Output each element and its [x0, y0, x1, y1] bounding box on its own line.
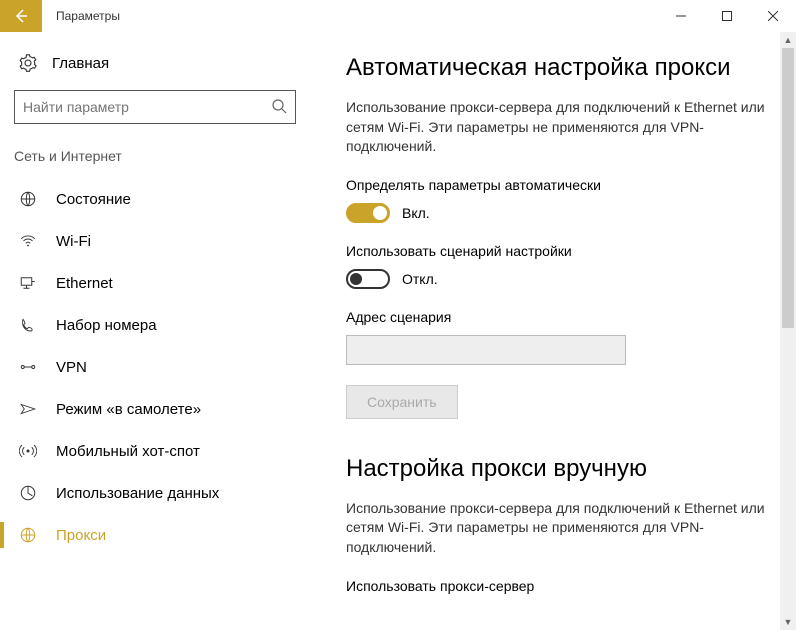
nav-item-dialup[interactable]: Набор номера [0, 304, 310, 346]
nav-label: Набор номера [38, 317, 157, 334]
detect-auto-label: Определять параметры автоматически [346, 177, 768, 193]
minimize-button[interactable] [658, 0, 704, 32]
proxy-icon [18, 526, 38, 544]
nav-label: Режим «в самолете» [38, 401, 201, 418]
script-address-label: Адрес сценария [346, 309, 768, 325]
scroll-up-arrow[interactable]: ▲ [780, 32, 796, 48]
nav-label: Использование данных [38, 485, 219, 502]
search-input-container[interactable] [14, 90, 296, 124]
nav-item-wifi[interactable]: Wi-Fi [0, 220, 310, 262]
nav-item-vpn[interactable]: VPN [0, 346, 310, 388]
home-button[interactable]: Главная [0, 44, 310, 82]
nav-item-airplane[interactable]: Режим «в самолете» [0, 388, 310, 430]
script-address-input[interactable] [346, 335, 626, 365]
manual-proxy-heading: Настройка прокси вручную [346, 455, 768, 483]
window-title: Параметры [42, 9, 658, 23]
nav-label: Ethernet [38, 275, 113, 292]
save-button[interactable]: Сохранить [346, 385, 458, 419]
scrollbar-thumb[interactable] [782, 48, 794, 328]
scrollbar[interactable]: ▲ ▼ [780, 32, 796, 630]
gear-icon [18, 54, 38, 72]
auto-proxy-description: Использование прокси-сервера для подключ… [346, 98, 768, 157]
nav-label: Мобильный хот-спот [38, 443, 200, 460]
hotspot-icon [18, 442, 38, 460]
back-button[interactable] [0, 0, 42, 32]
nav-label: VPN [38, 359, 87, 376]
ethernet-icon [18, 274, 38, 292]
wifi-icon [18, 232, 38, 250]
use-script-label: Использовать сценарий настройки [346, 243, 768, 259]
toggle-state-on: Вкл. [402, 205, 430, 221]
use-proxy-label: Использовать прокси-сервер [346, 578, 768, 594]
nav-label: Wi-Fi [38, 233, 91, 250]
scroll-down-arrow[interactable]: ▼ [780, 614, 796, 630]
main-panel: Автоматическая настройка прокси Использо… [310, 32, 796, 630]
toggle-state-off: Откл. [402, 271, 438, 287]
auto-proxy-heading: Автоматическая настройка прокси [346, 54, 768, 82]
airplane-icon [18, 400, 38, 418]
nav-item-proxy[interactable]: Прокси [0, 514, 310, 556]
manual-proxy-description: Использование прокси-сервера для подключ… [346, 499, 768, 558]
status-icon [18, 190, 38, 208]
close-button[interactable] [750, 0, 796, 32]
dialup-icon [18, 316, 38, 334]
window-controls [658, 0, 796, 32]
vpn-icon [18, 358, 38, 376]
nav-item-hotspot[interactable]: Мобильный хот-спот [0, 430, 310, 472]
detect-auto-toggle[interactable] [346, 203, 390, 223]
nav-item-ethernet[interactable]: Ethernet [0, 262, 310, 304]
home-label: Главная [38, 55, 109, 72]
use-script-toggle[interactable] [346, 269, 390, 289]
titlebar: Параметры [0, 0, 796, 32]
maximize-button[interactable] [704, 0, 750, 32]
search-input[interactable] [23, 99, 271, 115]
nav-item-status[interactable]: Состояние [0, 178, 310, 220]
nav-label: Состояние [38, 191, 131, 208]
search-icon [271, 98, 287, 117]
nav-label: Прокси [38, 527, 106, 544]
sidebar: Главная Сеть и Интернет Состояние Wi-Fi [0, 32, 310, 630]
category-header: Сеть и Интернет [0, 142, 310, 178]
nav-item-datausage[interactable]: Использование данных [0, 472, 310, 514]
data-usage-icon [18, 484, 38, 502]
